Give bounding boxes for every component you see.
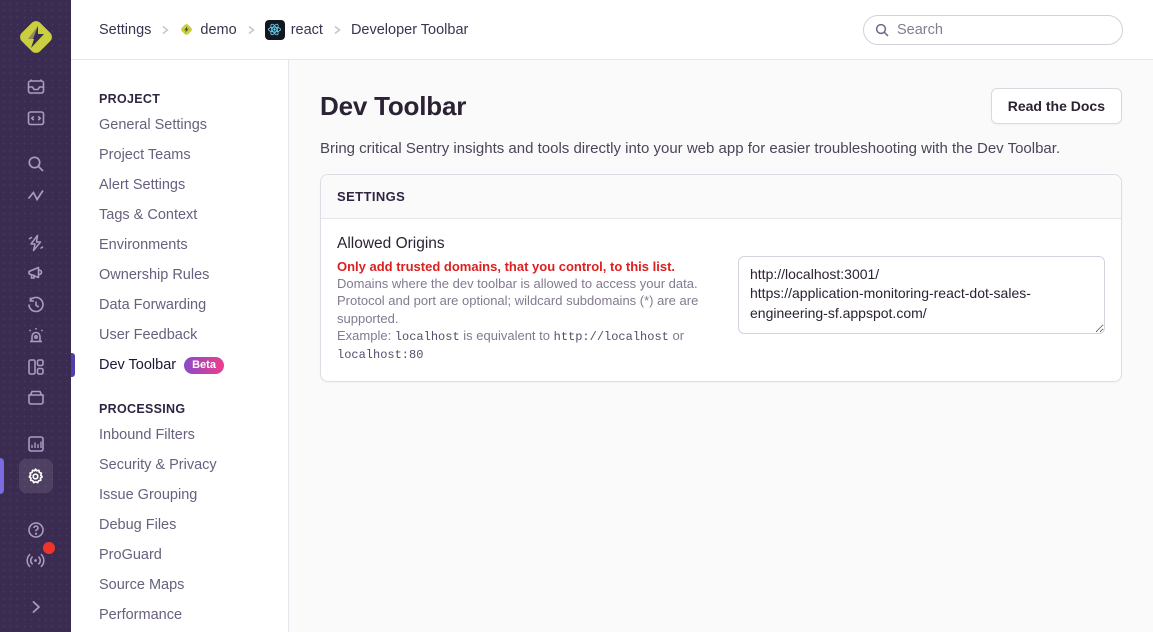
notification-dot [43, 542, 55, 554]
sidebar-item-alert-settings[interactable]: Alert Settings [71, 170, 288, 200]
breadcrumb-org-label: demo [200, 22, 236, 38]
sidebar-item-user-feedback[interactable]: User Feedback [71, 320, 288, 350]
sidebar-item-dev-toolbar[interactable]: Dev Toolbar Beta [71, 350, 288, 380]
global-sidebar [0, 0, 71, 632]
alerts-icon[interactable] [21, 321, 51, 351]
breadcrumb-page: Developer Toolbar [351, 22, 468, 38]
main-region: Settings demo [71, 0, 1153, 632]
sidebar-section-processing: PROCESSING [71, 402, 288, 420]
allowed-origins-textarea[interactable]: http://localhost:3001/ https://applicati… [738, 256, 1105, 334]
settings-panel-header: SETTINGS [321, 175, 1121, 219]
sidebar-item-ownership-rules[interactable]: Ownership Rules [71, 260, 288, 290]
breadcrumb-org[interactable]: demo [179, 22, 236, 38]
breadcrumb-project-label: react [291, 22, 323, 38]
allowed-origins-label: Allowed Origins [337, 235, 737, 253]
feedback-icon[interactable] [21, 258, 51, 288]
sidebar-item-environments[interactable]: Environments [71, 230, 288, 260]
stats-icon[interactable] [21, 429, 51, 459]
sentry-logo[interactable] [14, 15, 58, 59]
sidebar-item-security-privacy[interactable]: Security & Privacy [71, 450, 288, 480]
sidebar-item-tags-context[interactable]: Tags & Context [71, 200, 288, 230]
search-icon [874, 22, 890, 43]
projects-icon[interactable] [21, 103, 51, 133]
sidebar-item-data-forwarding[interactable]: Data Forwarding [71, 290, 288, 320]
sidebar-item-performance[interactable]: Performance [71, 600, 288, 630]
settings-icon[interactable] [19, 459, 53, 493]
explore-icon[interactable] [21, 149, 51, 179]
sidebar-item-issue-grouping[interactable]: Issue Grouping [71, 480, 288, 510]
global-search [863, 15, 1123, 45]
releases-icon[interactable] [21, 382, 51, 412]
read-the-docs-button[interactable]: Read the Docs [991, 88, 1122, 124]
sidebar-item-proguard[interactable]: ProGuard [71, 540, 288, 570]
chevron-right-icon [160, 25, 170, 35]
breadcrumb-settings-label: Settings [99, 22, 151, 38]
allowed-origins-warning: Only add trusted domains, that you contr… [337, 258, 737, 275]
sentry-logo-icon [15, 16, 57, 58]
allowed-origins-help-1: Domains where the dev toolbar is allowed… [337, 275, 737, 292]
org-avatar-icon [179, 22, 194, 37]
settings-sidebar: PROJECT General Settings Project Teams A… [71, 60, 289, 632]
sidebar-item-general-settings[interactable]: General Settings [71, 110, 288, 140]
topbar: Settings demo [71, 0, 1153, 60]
sidebar-item-source-maps[interactable]: Source Maps [71, 570, 288, 600]
collapse-sidebar-icon[interactable] [21, 592, 51, 622]
search-input[interactable] [863, 15, 1123, 45]
allowed-origins-help-2: Protocol and port are optional; wildcard… [337, 292, 737, 327]
breadcrumb: Settings demo [99, 20, 468, 40]
allowed-origins-example: Example: localhost is equivalent to http… [337, 327, 737, 363]
issues-icon[interactable] [21, 72, 51, 102]
sidebar-item-inbound-filters[interactable]: Inbound Filters [71, 420, 288, 450]
bolt-icon[interactable] [21, 228, 51, 258]
breadcrumb-settings[interactable]: Settings [99, 22, 151, 38]
sidebar-item-project-teams[interactable]: Project Teams [71, 140, 288, 170]
beta-badge: Beta [184, 357, 224, 374]
whats-new-icon[interactable] [21, 545, 51, 575]
example-code-localhost-80: localhost:80 [337, 348, 423, 362]
sidebar-item-debug-files[interactable]: Debug Files [71, 510, 288, 540]
settings-panel: SETTINGS Allowed Origins Only add truste… [320, 174, 1122, 382]
dashboards-icon[interactable] [21, 352, 51, 382]
react-project-icon [265, 20, 285, 40]
breadcrumb-project[interactable]: react [265, 20, 323, 40]
chevron-right-icon [332, 25, 342, 35]
page-title: Dev Toolbar [320, 91, 466, 122]
example-code-http-localhost: http://localhost [554, 330, 669, 344]
breadcrumb-page-label: Developer Toolbar [351, 22, 468, 38]
example-code-localhost: localhost [395, 330, 460, 344]
insights-icon[interactable] [21, 181, 51, 211]
content-area: Dev Toolbar Read the Docs Bring critical… [289, 60, 1153, 632]
sidebar-section-project: PROJECT [71, 92, 288, 110]
active-nav-indicator [0, 458, 4, 494]
help-icon[interactable] [21, 515, 51, 545]
replays-icon[interactable] [21, 290, 51, 320]
page-description: Bring critical Sentry insights and tools… [320, 140, 1122, 157]
chevron-right-icon [246, 25, 256, 35]
